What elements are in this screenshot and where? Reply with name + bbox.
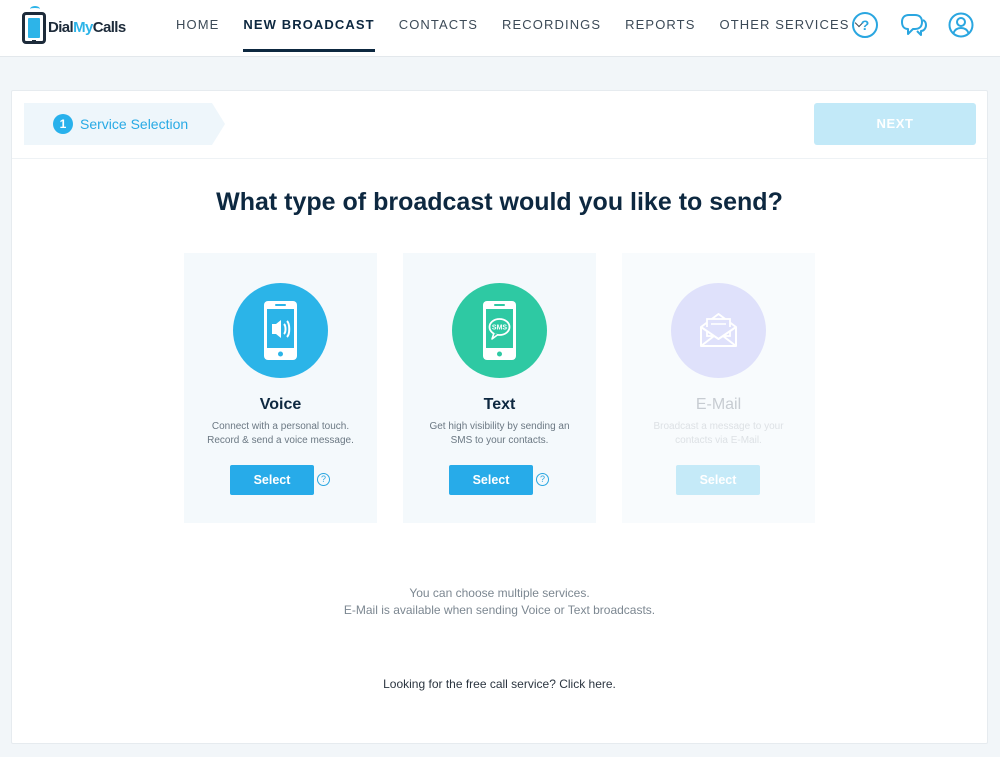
phone-logo-icon — [22, 12, 46, 44]
logo-text: DialMyCalls — [48, 19, 126, 36]
phone-sms-icon: SMS — [483, 301, 516, 360]
svg-text:SMS: SMS — [492, 325, 508, 332]
nav-other-services-label: OTHER SERVICES — [719, 17, 850, 32]
info-icon[interactable]: ? — [536, 473, 549, 486]
free-call-service-link[interactable]: Looking for the free call service? Click… — [12, 677, 987, 691]
service-description: Broadcast a message to your contacts via… — [653, 421, 784, 446]
nav-home[interactable]: HOME — [176, 0, 219, 52]
service-title: Text — [483, 396, 516, 413]
user-icon[interactable] — [948, 12, 974, 38]
help-icon[interactable]: ? — [852, 12, 878, 38]
envelope-icon — [700, 313, 737, 347]
voice-icon-circle — [233, 283, 328, 378]
dialmycalls-logo[interactable]: DialMyCalls — [22, 6, 132, 44]
phone-speaker-icon — [264, 301, 297, 360]
select-email-button: Select — [676, 465, 760, 495]
nav-contacts[interactable]: CONTACTS — [399, 0, 478, 52]
service-card-voice[interactable]: Voice Connect with a personal touch. Rec… — [184, 253, 377, 523]
top-navigation-bar: DialMyCalls HOME NEW BROADCAST CONTACTS … — [0, 0, 1000, 57]
service-title: E-Mail — [695, 396, 742, 413]
service-description: Connect with a personal touch. Record & … — [207, 421, 354, 446]
step-service-selection: 1 Service Selection — [24, 103, 225, 145]
multiple-services-note: You can choose multiple services. — [409, 586, 590, 600]
service-card-text[interactable]: SMS Text Get high visibility by sending … — [403, 253, 596, 523]
select-text-button[interactable]: Select — [449, 465, 533, 495]
service-card-email: E-Mail Broadcast a message to your conta… — [622, 253, 815, 523]
nav-other-services[interactable]: OTHER SERVICES — [719, 0, 863, 52]
service-description: Get high visibility by sending an SMS to… — [429, 421, 570, 446]
service-title: Voice — [259, 396, 302, 413]
info-icon[interactable]: ? — [317, 473, 330, 486]
main-nav: HOME NEW BROADCAST CONTACTS RECORDINGS R… — [176, 0, 886, 57]
nav-new-broadcast[interactable]: NEW BROADCAST — [243, 0, 376, 52]
select-voice-button[interactable]: Select — [230, 465, 314, 495]
nav-reports[interactable]: REPORTS — [625, 0, 695, 52]
page-title: What type of broadcast would you like to… — [216, 188, 783, 216]
wizard-step-bar: 1 Service Selection NEXT — [12, 91, 987, 159]
nav-recordings[interactable]: RECORDINGS — [502, 0, 601, 52]
email-availability-note: E-Mail is available when sending Voice o… — [343, 603, 656, 617]
step-label: Service Selection — [80, 116, 189, 132]
text-icon-circle: SMS — [452, 283, 547, 378]
next-button[interactable]: NEXT — [814, 103, 976, 145]
chat-icon[interactable] — [900, 12, 927, 38]
email-icon-circle — [671, 283, 766, 378]
broadcast-wizard-card: 1 Service Selection NEXT What type of br… — [11, 90, 988, 744]
step-number-badge: 1 — [53, 114, 73, 134]
